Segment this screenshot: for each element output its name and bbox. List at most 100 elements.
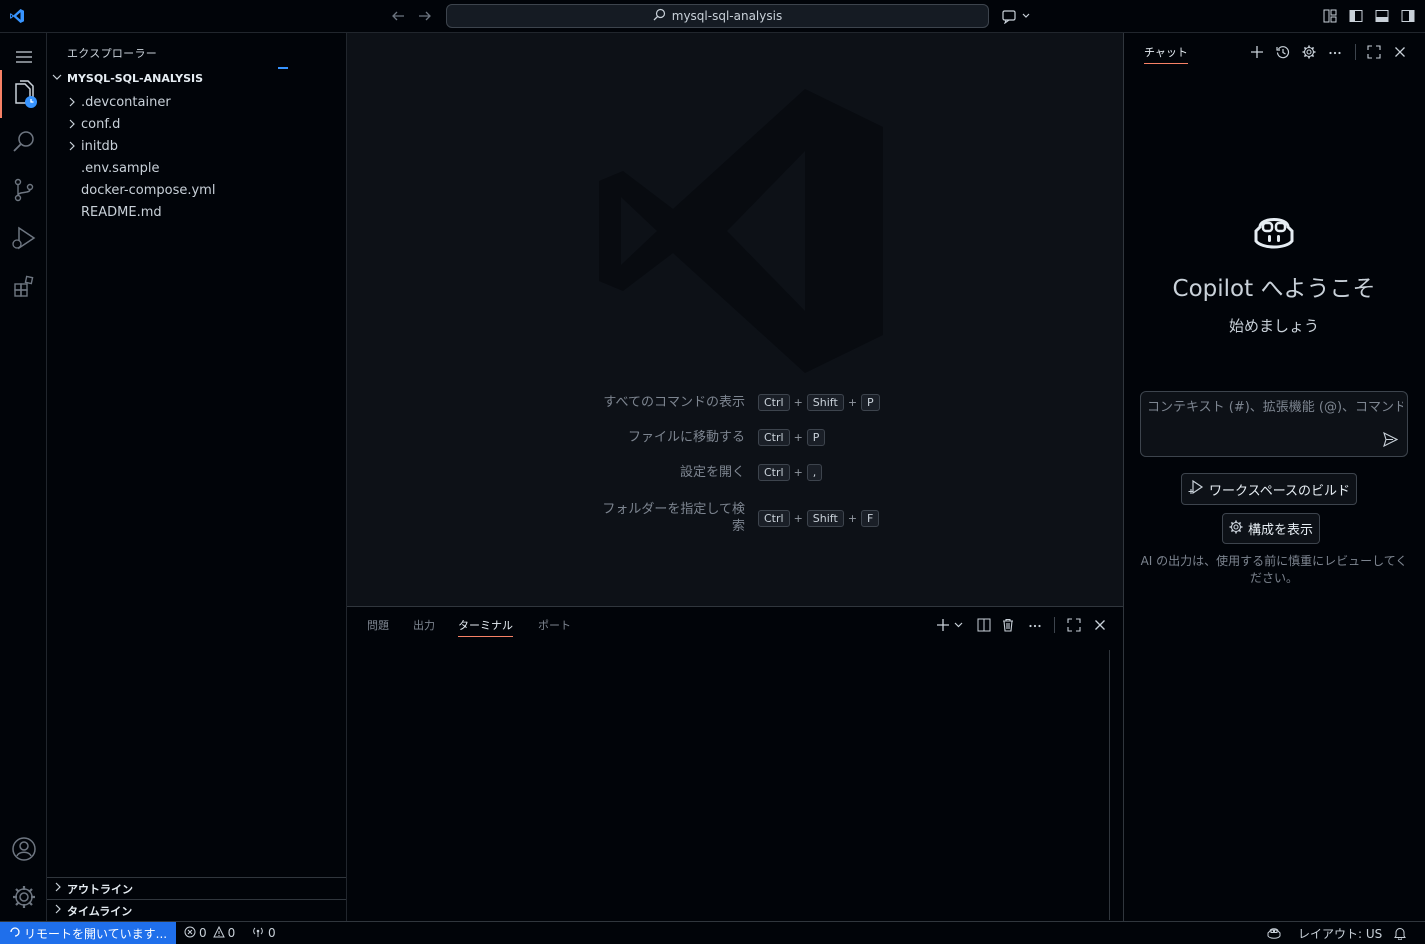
chat-input[interactable] — [1147, 400, 1403, 415]
show-config-button[interactable]: 構成を表示 — [1222, 513, 1321, 544]
shortcut-find-in-folder: フォルダーを指定して検索 Ctrl + Shift + F — [347, 501, 880, 535]
shortcut-label: すべてのコマンドの表示 — [603, 395, 745, 410]
close-panel-icon[interactable] — [1091, 616, 1109, 634]
forward-arrow-icon[interactable] — [416, 7, 434, 25]
chat-input-box[interactable] — [1140, 391, 1408, 457]
key-cap: Ctrl — [758, 464, 790, 481]
tab-chat[interactable]: チャット — [1144, 44, 1188, 64]
tree-item-label: docker-compose.yml — [81, 182, 216, 198]
more-actions-icon[interactable] — [1326, 43, 1344, 61]
progress-indicator — [278, 67, 288, 69]
ai-disclaimer: AI の出力は、使用する前に慎重にレビューしてく ださい。 — [1140, 554, 1408, 585]
sync-spinner-icon — [9, 926, 21, 941]
workspace-root[interactable]: MYSQL-SQL-ANALYSIS — [51, 71, 203, 86]
search-icon[interactable] — [0, 118, 47, 166]
keyboard-layout[interactable]: レイアウト: US — [1298, 922, 1382, 944]
outline-section[interactable]: アウトライン — [47, 877, 346, 899]
tree-item-label: .env.sample — [81, 160, 160, 176]
tree-item-env-sample[interactable]: .env.sample — [47, 157, 346, 179]
split-terminal-icon[interactable] — [975, 616, 993, 634]
explorer-sidebar: エクスプローラー MYSQL-SQL-ANALYSIS .devcontaine… — [47, 33, 347, 921]
error-count: 0 — [199, 926, 207, 940]
new-terminal-icon[interactable] — [934, 616, 966, 634]
broadcast-icon — [251, 926, 265, 941]
tree-item-docker-compose[interactable]: docker-compose.yml — [47, 179, 346, 201]
history-icon[interactable] — [1274, 43, 1292, 61]
send-icon[interactable] — [1381, 430, 1399, 448]
key-cap: Shift — [806, 509, 844, 527]
more-actions-icon[interactable] — [1026, 616, 1044, 634]
terminal-scrollbar[interactable] — [1109, 650, 1110, 920]
back-arrow-icon[interactable] — [389, 7, 407, 25]
error-icon — [184, 926, 196, 941]
gear-icon[interactable] — [1300, 43, 1318, 61]
warning-icon — [212, 925, 225, 941]
show-config-label: 構成を表示 — [1248, 523, 1314, 538]
settings-icon[interactable] — [0, 873, 47, 921]
sidebar-title: エクスプローラー — [67, 47, 158, 60]
activity-bar — [0, 33, 47, 921]
title-bar: mysql-sql-analysis — [0, 0, 1425, 33]
chevron-right-icon — [65, 141, 79, 151]
extensions-icon[interactable] — [0, 262, 47, 310]
close-icon[interactable] — [1391, 43, 1409, 61]
key-cap: Ctrl — [758, 509, 790, 527]
status-bar: リモートを開いています... 0 0 0 レイアウト: US — [0, 921, 1425, 944]
tab-output[interactable]: 出力 — [413, 617, 435, 633]
timeline-section-label: タイムライン — [67, 904, 133, 918]
source-control-icon[interactable] — [0, 166, 47, 214]
search-icon — [653, 8, 666, 24]
shortcut-label: 設定を開く — [679, 465, 745, 480]
shortcut-label: フォルダーを指定して検索 — [602, 502, 745, 534]
toolbar-divider — [1054, 617, 1055, 633]
chevron-right-icon — [65, 97, 79, 107]
remote-indicator[interactable]: リモートを開いています... — [0, 922, 176, 944]
trash-icon[interactable] — [999, 616, 1017, 634]
copilot-logo-icon — [1252, 213, 1296, 257]
tree-item-devcontainer[interactable]: .devcontainer — [47, 91, 346, 113]
chevron-down-icon — [51, 71, 63, 86]
key-cap: Ctrl — [758, 394, 790, 411]
ports-indicator[interactable]: 0 — [251, 922, 276, 944]
command-center-search[interactable]: mysql-sql-analysis — [446, 4, 989, 28]
maximize-icon[interactable] — [1365, 43, 1383, 61]
toggle-panel-icon[interactable] — [1373, 7, 1391, 25]
tree-item-label: README.md — [81, 204, 162, 220]
key-cap: F — [861, 509, 880, 527]
editor-area: すべてのコマンドの表示 Ctrl + Shift + P ファイルに移動する Ctr… — [347, 33, 1123, 606]
key-cap: Shift — [806, 394, 844, 411]
welcome-title: Copilot へようこそ — [1172, 276, 1376, 302]
vscode-logo-icon — [8, 7, 26, 25]
tab-problems[interactable]: 問題 — [367, 617, 389, 633]
run-debug-icon[interactable] — [0, 214, 47, 262]
customize-layout-icon[interactable] — [1321, 7, 1339, 25]
warning-count: 0 — [227, 926, 236, 940]
maximize-panel-icon[interactable] — [1065, 616, 1083, 634]
toggle-secondary-sidebar-icon[interactable] — [1399, 7, 1417, 25]
toggle-primary-sidebar-icon[interactable] — [1347, 7, 1365, 25]
account-icon[interactable] — [0, 825, 47, 873]
timeline-section[interactable]: タイムライン — [47, 899, 346, 921]
copilot-menu-icon[interactable] — [1000, 6, 1032, 26]
copilot-status-icon[interactable] — [1267, 922, 1281, 944]
sparkle-play-icon — [1188, 479, 1204, 499]
new-chat-icon[interactable] — [1248, 43, 1266, 61]
explorer-icon[interactable] — [0, 70, 47, 118]
shortcut-show-commands: すべてのコマンドの表示 Ctrl + Shift + P — [347, 394, 881, 411]
tree-item-conf-d[interactable]: conf.d — [47, 113, 346, 135]
tree-item-label: conf.d — [81, 116, 121, 132]
key-cap: P — [861, 394, 880, 411]
tab-terminal[interactable]: ターミナル — [458, 617, 513, 637]
chevron-right-icon — [53, 882, 63, 895]
bell-icon[interactable] — [1394, 922, 1406, 944]
tree-item-readme[interactable]: README.md — [47, 201, 346, 223]
key-cap: , — [806, 464, 823, 481]
ports-count: 0 — [268, 926, 276, 940]
problems-indicator[interactable]: 0 0 — [184, 922, 235, 944]
chat-panel: チャット Copilot へようこそ 始めましょう ワークスペースのビルド 構成… — [1123, 33, 1425, 921]
tree-item-initdb[interactable]: initdb — [47, 135, 346, 157]
build-workspace-label: ワークスペースのビルド — [1209, 483, 1351, 499]
tab-ports[interactable]: ポート — [538, 617, 571, 633]
build-workspace-button[interactable]: ワークスペースのビルド — [1181, 473, 1358, 505]
bottom-panel: 問題 出力 ターミナル ポート — [347, 606, 1123, 921]
